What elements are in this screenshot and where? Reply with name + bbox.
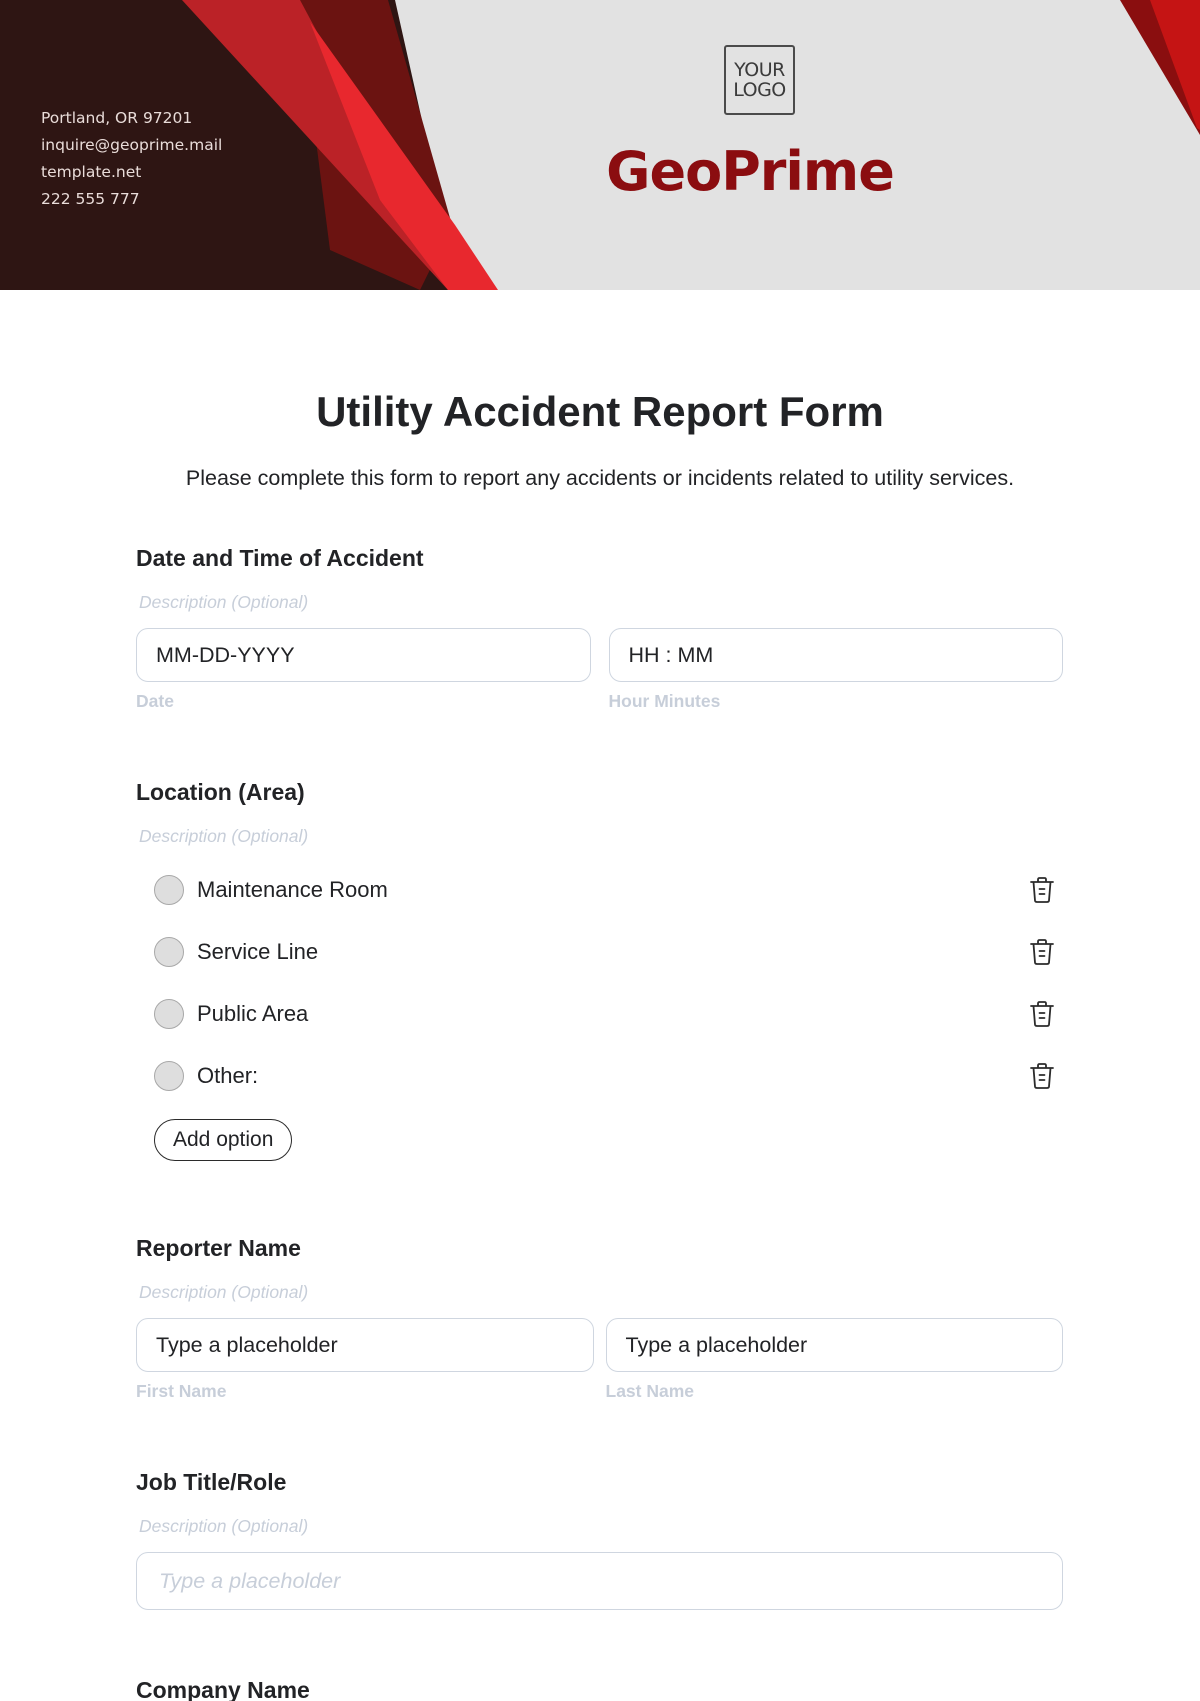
time-label: Hour Minutes — [608, 691, 721, 711]
option-label: Public Area — [197, 1001, 309, 1026]
last-name-input[interactable]: Type a placeholder — [605, 1318, 1063, 1372]
option-service-line[interactable]: Service Line — [136, 921, 1063, 983]
contact-phone: 222 555 777 — [41, 190, 140, 208]
contact-info: Portland, OR 97201 inquire@geoprime.mail… — [41, 105, 222, 213]
option-public-area[interactable]: Public Area — [136, 983, 1063, 1045]
logo-placeholder: YOUR LOGO — [724, 45, 795, 115]
radio-button[interactable] — [154, 999, 184, 1029]
section-title: Job Title/Role — [136, 1469, 287, 1495]
section-reporter-name: Reporter Name Description (Optional) Typ… — [136, 1235, 1063, 1402]
section-title: Location (Area) — [136, 779, 305, 805]
section-title: Reporter Name — [136, 1235, 301, 1261]
option-label: Other: — [197, 1063, 259, 1088]
form-title: Utility Accident Report Form — [316, 388, 884, 435]
option-label: Service Line — [197, 939, 319, 964]
section-company-name: Company Name — [136, 1677, 1063, 1701]
trash-icon[interactable] — [1029, 875, 1055, 905]
date-label: Date — [136, 691, 174, 711]
section-job-title: Job Title/Role Description (Optional) Ty… — [136, 1469, 1063, 1610]
section-date-time: Date and Time of Accident Description (O… — [136, 545, 1063, 712]
section-description[interactable]: Description (Optional) — [139, 826, 1063, 847]
date-input[interactable]: MM-DD-YYYY — [136, 628, 591, 682]
trash-icon[interactable] — [1029, 999, 1055, 1029]
section-description[interactable]: Description (Optional) — [139, 1282, 1063, 1303]
first-name-label: First Name — [136, 1381, 227, 1401]
radio-button[interactable] — [154, 937, 184, 967]
section-title: Company Name — [136, 1677, 310, 1701]
trash-icon[interactable] — [1029, 937, 1055, 967]
add-option-button[interactable]: Add option — [154, 1119, 293, 1161]
logo-line-1: YOUR — [734, 59, 785, 81]
contact-website: template.net — [41, 163, 142, 181]
first-name-input[interactable]: Type a placeholder — [136, 1318, 594, 1372]
time-input[interactable]: HH : MM — [608, 628, 1063, 682]
location-options: Maintenance Room Service Line Public Are… — [136, 859, 1063, 1107]
logo-line-2: LOGO — [733, 79, 786, 101]
last-name-label: Last Name — [605, 1381, 695, 1401]
form-subtitle: Please complete this form to report any … — [185, 466, 1015, 490]
option-maintenance-room[interactable]: Maintenance Room — [136, 859, 1063, 921]
section-title: Date and Time of Accident — [136, 545, 424, 571]
section-description[interactable]: Description (Optional) — [139, 592, 1063, 613]
contact-email: inquire@geoprime.mail — [41, 136, 223, 154]
section-description[interactable]: Description (Optional) — [139, 1516, 1063, 1537]
radio-button[interactable] — [154, 1061, 184, 1091]
option-other[interactable]: Other: — [136, 1045, 1063, 1107]
radio-button[interactable] — [154, 875, 184, 905]
trash-icon[interactable] — [1029, 1061, 1055, 1091]
job-title-input[interactable]: Type a placeholder — [136, 1552, 1063, 1610]
option-label: Maintenance Room — [197, 877, 388, 902]
brand-name: GeoPrime — [606, 140, 895, 203]
header-banner: Portland, OR 97201 inquire@geoprime.mail… — [0, 0, 1200, 290]
contact-address: Portland, OR 97201 — [41, 109, 193, 127]
section-location: Location (Area) Description (Optional) M… — [136, 779, 1063, 1161]
corner-red-shape — [1150, 0, 1200, 130]
